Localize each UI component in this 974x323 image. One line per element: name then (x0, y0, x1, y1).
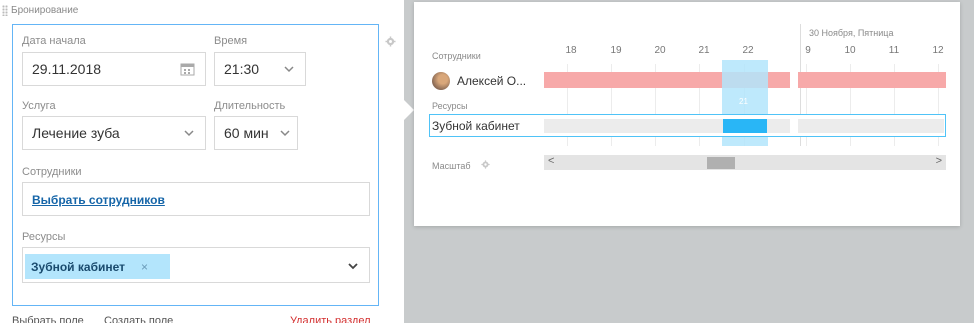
resources-select[interactable]: Зубной кабинет × (22, 247, 370, 283)
start-date-field[interactable]: 29.11.2018 (22, 52, 206, 86)
resource-tag: Зубной кабинет × (25, 254, 170, 279)
delete-section-link[interactable]: Удалить раздел (290, 315, 371, 323)
timeline-popover: 30 Ноября, Пятница Сотрудники 18 19 20 2… (414, 2, 960, 226)
resources-label: Ресурсы (22, 231, 66, 243)
hour-label: 9 (805, 45, 811, 56)
hour-label: 19 (610, 45, 622, 56)
service-label: Услуга (22, 100, 56, 112)
booking-block[interactable] (723, 119, 767, 133)
employees-label: Сотрудники (22, 166, 82, 178)
select-employees-link[interactable]: Выбрать сотрудников (32, 193, 165, 207)
service-value: Лечение зуба (32, 125, 120, 141)
chevron-down-icon[interactable] (347, 260, 359, 272)
start-date-value: 29.11.2018 (32, 61, 102, 77)
section-header: Бронирование (2, 5, 78, 16)
scrollbar-thumb[interactable] (707, 157, 735, 169)
chevron-down-icon (184, 130, 194, 137)
time-value: 21:30 (224, 61, 260, 77)
chevron-right-icon[interactable]: > (936, 155, 942, 167)
day-label: 30 Ноября, Пятница (809, 28, 894, 38)
section-title: Бронирование (11, 5, 79, 16)
start-date-label: Дата начала (22, 35, 86, 47)
create-field-link[interactable]: Создать поле (104, 315, 173, 323)
employees-field: Выбрать сотрудников (22, 182, 370, 216)
scale-scrollbar[interactable]: < > (544, 155, 946, 170)
hour-label: 18 (565, 45, 577, 56)
resource-tag-label: Зубной кабинет (31, 259, 126, 274)
hour-label: 12 (932, 45, 944, 56)
booking-form: Дата начала 29.11.2018 Время 21:30 Услуг… (12, 24, 379, 306)
resource-track (798, 119, 944, 133)
resources-heading: Ресурсы (432, 101, 468, 111)
busy-bar (798, 72, 946, 88)
avatar (432, 72, 450, 90)
chevron-down-icon (280, 130, 290, 137)
time-select[interactable]: 21:30 (214, 52, 306, 86)
duration-select[interactable]: 60 мин (214, 116, 298, 150)
duration-label: Длительность (214, 100, 286, 112)
employee-name[interactable]: Алексей О... (457, 74, 526, 88)
service-select[interactable]: Лечение зуба (22, 116, 206, 150)
gear-icon[interactable] (481, 160, 490, 169)
popover-caret (404, 100, 414, 120)
hour-label: 21 (698, 45, 710, 56)
hour-label: 22 (742, 45, 754, 56)
hour-label: 20 (654, 45, 666, 56)
employees-heading: Сотрудники (432, 51, 481, 61)
resource-name: Зубной кабинет (432, 119, 520, 133)
hour-label: 10 (844, 45, 856, 56)
chevron-down-icon (284, 66, 294, 73)
drag-handle-icon[interactable] (2, 5, 8, 16)
gear-icon[interactable] (385, 36, 396, 47)
select-field-link[interactable]: Выбрать поле (12, 315, 84, 323)
calendar-icon[interactable] (180, 62, 195, 76)
time-label: Время (214, 35, 248, 47)
duration-value: 60 мин (224, 125, 269, 141)
hour-label: 11 (888, 45, 900, 56)
marker-label: 21 (739, 97, 748, 106)
remove-tag-icon[interactable]: × (141, 260, 148, 274)
chevron-left-icon[interactable]: < (548, 155, 554, 167)
scale-label: Масштаб (432, 161, 471, 171)
